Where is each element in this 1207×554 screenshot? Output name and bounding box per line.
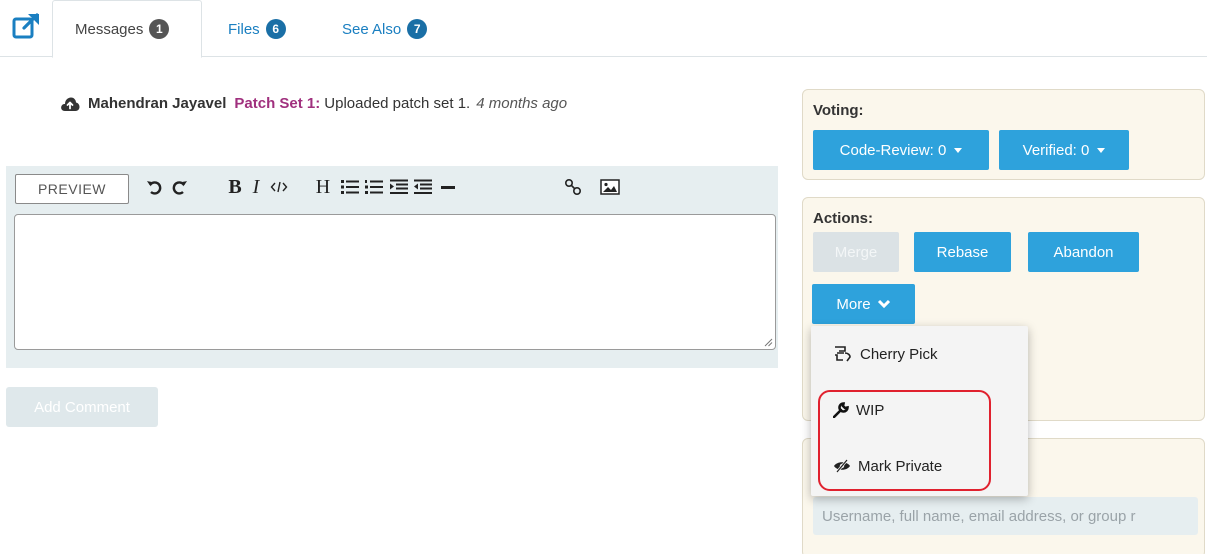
- cherry-pick-icon: [835, 346, 851, 362]
- tab-see-also[interactable]: See Also 7: [320, 0, 449, 58]
- menu-item-cherry-pick[interactable]: Cherry Pick: [811, 334, 1028, 374]
- tab-see-also-label: See Also: [342, 20, 402, 38]
- tab-messages-label: Messages: [75, 20, 144, 38]
- reviewer-search-input[interactable]: Username, full name, email address, or g…: [813, 497, 1198, 535]
- voting-panel: Voting: Code-Review: 0 Verified: 0: [802, 89, 1205, 180]
- messages-count-badge: 1: [149, 19, 170, 39]
- code-review-button[interactable]: Code-Review: 0: [813, 130, 989, 170]
- image-icon[interactable]: [599, 176, 621, 198]
- tab-files-label: Files: [228, 20, 260, 38]
- comment-textarea[interactable]: [14, 214, 776, 350]
- code-icon[interactable]: [268, 176, 290, 198]
- ordered-list-icon[interactable]: [363, 176, 385, 198]
- tab-messages[interactable]: Messages 1: [52, 0, 202, 58]
- caret-down-icon: [954, 147, 963, 153]
- message-entry: Mahendran Jayavel Patch Set 1: Uploaded …: [60, 95, 567, 112]
- message-time: 4 months ago: [476, 95, 568, 112]
- undo-icon[interactable]: [143, 176, 165, 198]
- link-icon[interactable]: [562, 176, 584, 198]
- unordered-list-icon[interactable]: [339, 176, 361, 198]
- code-review-label: Code-Review: 0: [839, 141, 947, 159]
- resize-grip-icon[interactable]: [763, 337, 773, 347]
- tab-bar: Messages 1 Files 6 See Also 7: [0, 0, 1207, 58]
- more-label: More: [836, 295, 871, 313]
- verified-label: Verified: 0: [1022, 141, 1090, 159]
- comment-editor: PREVIEW B I H: [6, 166, 778, 368]
- actions-title: Actions:: [813, 210, 873, 227]
- chevron-down-icon: [877, 299, 890, 309]
- caret-down-icon: [1097, 147, 1106, 153]
- horizontal-rule-icon[interactable]: [437, 176, 459, 198]
- editor-toolbar: PREVIEW B I H: [6, 166, 778, 212]
- merge-button[interactable]: Merge: [813, 232, 899, 272]
- redo-icon[interactable]: [169, 176, 191, 198]
- verified-button[interactable]: Verified: 0: [999, 130, 1129, 170]
- abandon-button[interactable]: Abandon: [1028, 232, 1139, 272]
- message-text: Uploaded patch set 1.: [324, 95, 471, 112]
- cherry-pick-label: Cherry Pick: [860, 345, 938, 363]
- message-patchset: Patch Set 1:: [234, 95, 321, 112]
- external-link-icon[interactable]: [12, 12, 42, 40]
- heading-icon[interactable]: H: [312, 176, 334, 198]
- italic-icon[interactable]: I: [245, 176, 267, 198]
- outdent-icon[interactable]: [412, 176, 434, 198]
- tab-files[interactable]: Files 6: [206, 0, 308, 58]
- add-comment-button[interactable]: Add Comment: [6, 387, 158, 427]
- rebase-button[interactable]: Rebase: [914, 232, 1011, 272]
- preview-button[interactable]: PREVIEW: [15, 174, 129, 204]
- indent-icon[interactable]: [388, 176, 410, 198]
- cloud-upload-icon: [60, 96, 80, 112]
- more-button[interactable]: More: [812, 284, 915, 324]
- see-also-count-badge: 7: [407, 19, 428, 39]
- bold-icon[interactable]: B: [224, 176, 246, 198]
- files-count-badge: 6: [265, 19, 286, 39]
- message-author: Mahendran Jayavel: [88, 95, 227, 112]
- annotation-highlight: [818, 390, 991, 491]
- voting-title: Voting:: [813, 102, 864, 119]
